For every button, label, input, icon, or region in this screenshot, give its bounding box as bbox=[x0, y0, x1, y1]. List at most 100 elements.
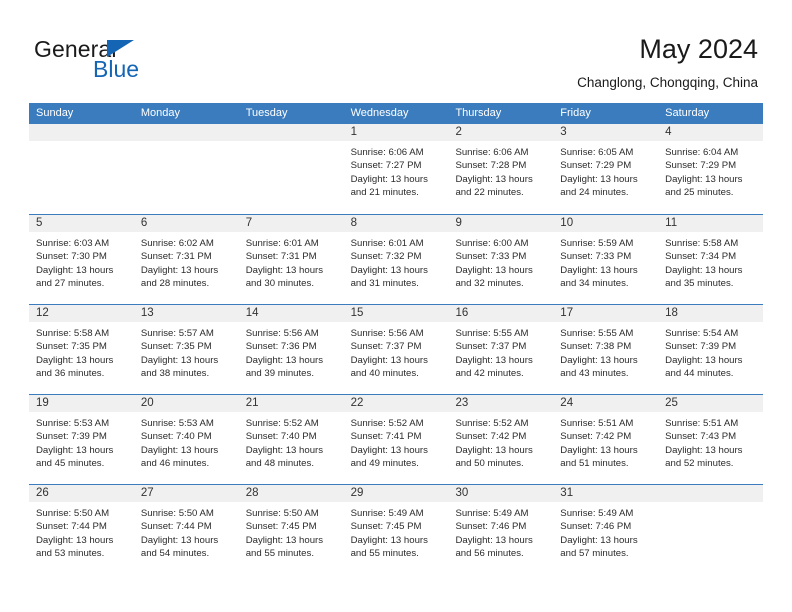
calendar-day-cell[interactable]: 26 Sunrise: 5:50 AM Sunset: 7:44 PM Dayligh… bbox=[29, 485, 134, 574]
sunset-text: Sunset: 7:35 PM bbox=[36, 341, 107, 353]
calendar-day-cell[interactable]: 15 Sunrise: 5:56 AM Sunset: 7:37 PM Dayligh… bbox=[343, 305, 449, 394]
sunrise-text: Sunrise: 5:50 AM bbox=[245, 508, 319, 519]
sunset-text: Sunset: 7:41 PM bbox=[350, 431, 422, 443]
calendar-day-cell[interactable]: 11 Sunrise: 5:58 AM Sunset: 7:34 PM Dayligh… bbox=[658, 215, 764, 304]
sunset-text: Sunset: 7:31 PM bbox=[245, 251, 317, 263]
calendar-day-cell[interactable]: 6 Sunrise: 6:02 AM Sunset: 7:31 PM Daylight… bbox=[133, 215, 239, 304]
sunset-text: Sunset: 7:34 PM bbox=[665, 251, 737, 263]
sunrise-text: Sunrise: 5:57 AM bbox=[140, 328, 214, 339]
daylight-text-line2: and 56 minutes. bbox=[455, 548, 524, 560]
calendar-day-cell[interactable]: 9 Sunrise: 6:00 AM Sunset: 7:33 PM Daylight… bbox=[448, 215, 554, 304]
page-title: May 2024 bbox=[639, 34, 758, 64]
daylight-text-line1: Daylight: 13 hours bbox=[350, 354, 428, 366]
weekday-header-friday: Friday bbox=[560, 107, 591, 119]
calendar-day-cell[interactable]: 21 Sunrise: 5:52 AM Sunset: 7:40 PM Dayligh… bbox=[238, 395, 344, 484]
calendar-day-cell[interactable]: 31 Sunrise: 5:49 AM Sunset: 7:46 PM Dayligh… bbox=[553, 485, 659, 574]
calendar-day-cell[interactable]: 29 Sunrise: 5:49 AM Sunset: 7:45 PM Dayligh… bbox=[343, 485, 449, 574]
daylight-text-line1: Daylight: 13 hours bbox=[140, 354, 219, 366]
daylight-text-line1: Daylight: 13 hours bbox=[455, 354, 533, 366]
daylight-text-line2: and 38 minutes. bbox=[140, 368, 210, 380]
calendar-day-cell[interactable]: 4 Sunrise: 6:04 AM Sunset: 7:29 PM Daylight… bbox=[658, 124, 764, 214]
calendar-day-cell[interactable]: 24 Sunrise: 5:51 AM Sunset: 7:42 PM Dayligh… bbox=[553, 395, 659, 484]
day-number-band bbox=[238, 124, 344, 141]
calendar-day-cell[interactable]: 20 Sunrise: 5:53 AM Sunset: 7:40 PM Dayligh… bbox=[133, 395, 239, 484]
day-number-band bbox=[238, 215, 344, 232]
daylight-text-line2: and 51 minutes. bbox=[560, 458, 629, 470]
calendar-day-cell[interactable]: 14 Sunrise: 5:56 AM Sunset: 7:36 PM Dayligh… bbox=[238, 305, 344, 394]
sunrise-text: Sunrise: 5:50 AM bbox=[140, 508, 214, 519]
calendar-day-cell[interactable]: 12 Sunrise: 5:58 AM Sunset: 7:35 PM Dayligh… bbox=[29, 305, 134, 394]
daylight-text-line2: and 22 minutes. bbox=[455, 187, 524, 199]
weekday-header-thursday: Thursday bbox=[455, 107, 502, 119]
calendar-day-cell[interactable]: 25 Sunrise: 5:51 AM Sunset: 7:43 PM Dayligh… bbox=[658, 395, 764, 484]
daylight-text-line1: Daylight: 13 hours bbox=[140, 534, 219, 546]
weekday-header-wednesday: Wednesday bbox=[350, 107, 409, 119]
calendar-day-cell[interactable]: 2 Sunrise: 6:06 AM Sunset: 7:28 PM Daylight… bbox=[448, 124, 554, 214]
calendar-day-cell[interactable]: 8 Sunrise: 6:01 AM Sunset: 7:32 PM Daylight… bbox=[343, 215, 449, 304]
day-number: 14 bbox=[245, 307, 259, 319]
day-number: 29 bbox=[350, 487, 364, 499]
day-details: Sunrise: 5:53 AM Sunset: 7:39 PM Daylight:… bbox=[29, 412, 134, 471]
daylight-text-line1: Daylight: 13 hours bbox=[245, 354, 324, 366]
day-number: 9 bbox=[455, 217, 462, 229]
day-details: Sunrise: 5:54 AM Sunset: 7:39 PM Daylight:… bbox=[658, 322, 763, 381]
sunrise-text: Sunrise: 6:03 AM bbox=[36, 238, 110, 249]
calendar-day-cell[interactable]: 1 Sunrise: 6:06 AM Sunset: 7:27 PM Daylight… bbox=[343, 124, 449, 214]
day-details: Sunrise: 5:53 AM Sunset: 7:40 PM Daylight:… bbox=[134, 412, 239, 471]
calendar-day-cell[interactable]: 16 Sunrise: 5:55 AM Sunset: 7:37 PM Dayligh… bbox=[448, 305, 554, 394]
day-details: Sunrise: 6:05 AM Sunset: 7:29 PM Daylight:… bbox=[553, 141, 658, 200]
calendar-day-cell[interactable]: 28 Sunrise: 5:50 AM Sunset: 7:45 PM Dayligh… bbox=[238, 485, 344, 574]
daylight-text-line2: and 42 minutes. bbox=[455, 368, 524, 380]
day-number: 20 bbox=[140, 397, 154, 409]
day-number: 26 bbox=[36, 487, 49, 499]
daylight-text-line2: and 50 minutes. bbox=[455, 458, 524, 470]
daylight-text-line2: and 36 minutes. bbox=[36, 368, 105, 380]
daylight-text-line1: Daylight: 13 hours bbox=[560, 354, 638, 366]
day-details: Sunrise: 6:06 AM Sunset: 7:27 PM Daylight:… bbox=[344, 141, 449, 200]
day-number: 6 bbox=[140, 217, 148, 229]
brand-logo[interactable]: General Blue bbox=[34, 36, 294, 92]
sunrise-text: Sunrise: 5:59 AM bbox=[560, 238, 634, 249]
daylight-text-line1: Daylight: 13 hours bbox=[560, 444, 638, 456]
calendar-day-cell[interactable]: 27 Sunrise: 5:50 AM Sunset: 7:44 PM Dayligh… bbox=[133, 485, 239, 574]
daylight-text-line1: Daylight: 13 hours bbox=[455, 173, 533, 185]
daylight-text-line2: and 46 minutes. bbox=[140, 458, 210, 470]
daylight-text-line2: and 43 minutes. bbox=[560, 368, 629, 380]
day-number-band bbox=[448, 215, 554, 232]
calendar-day-cell[interactable]: 5 Sunrise: 6:03 AM Sunset: 7:30 PM Daylight… bbox=[29, 215, 134, 304]
calendar-day-cell[interactable]: 22 Sunrise: 5:52 AM Sunset: 7:41 PM Dayligh… bbox=[343, 395, 449, 484]
calendar-day-cell[interactable]: 18 Sunrise: 5:54 AM Sunset: 7:39 PM Dayligh… bbox=[658, 305, 764, 394]
sunset-text: Sunset: 7:33 PM bbox=[455, 251, 527, 263]
calendar-day-cell[interactable]: 3 Sunrise: 6:05 AM Sunset: 7:29 PM Daylight… bbox=[553, 124, 659, 214]
calendar-day-cell[interactable]: 10 Sunrise: 5:59 AM Sunset: 7:33 PM Dayligh… bbox=[553, 215, 659, 304]
calendar-day-cell[interactable]: 19 Sunrise: 5:53 AM Sunset: 7:39 PM Dayligh… bbox=[29, 395, 134, 484]
sunrise-text: Sunrise: 5:56 AM bbox=[350, 328, 424, 339]
day-details: Sunrise: 5:58 AM Sunset: 7:35 PM Daylight:… bbox=[29, 322, 134, 381]
day-details: Sunrise: 5:50 AM Sunset: 7:44 PM Daylight:… bbox=[29, 502, 134, 561]
sunrise-text: Sunrise: 5:50 AM bbox=[36, 508, 110, 519]
calendar-day-cell[interactable]: 7 Sunrise: 6:01 AM Sunset: 7:31 PM Daylight… bbox=[238, 215, 344, 304]
day-number-band bbox=[658, 485, 764, 502]
day-number: 4 bbox=[665, 126, 672, 138]
day-number: 30 bbox=[455, 487, 469, 499]
calendar-grid: Sunday Monday Tuesday Wednesday Thursday Frid… bbox=[29, 103, 764, 574]
day-number: 28 bbox=[245, 487, 259, 499]
sunrise-text: Sunrise: 5:58 AM bbox=[665, 238, 739, 249]
calendar-day-cell[interactable]: 13 Sunrise: 5:57 AM Sunset: 7:35 PM Dayligh… bbox=[133, 305, 239, 394]
day-number: 31 bbox=[560, 487, 574, 499]
sunset-text: Sunset: 7:42 PM bbox=[455, 431, 527, 443]
calendar-day-cell[interactable]: 23 Sunrise: 5:52 AM Sunset: 7:42 PM Dayligh… bbox=[448, 395, 554, 484]
calendar-day-cell[interactable]: 17 Sunrise: 5:55 AM Sunset: 7:38 PM Dayligh… bbox=[553, 305, 659, 394]
daylight-text-line1: Daylight: 13 hours bbox=[560, 534, 638, 546]
sunrise-text: Sunrise: 6:04 AM bbox=[665, 147, 739, 158]
daylight-text-line1: Daylight: 13 hours bbox=[350, 534, 428, 546]
daylight-text-line1: Daylight: 13 hours bbox=[36, 534, 114, 546]
day-number: 7 bbox=[245, 217, 253, 229]
daylight-text-line2: and 55 minutes. bbox=[245, 548, 314, 560]
calendar-day-cell-empty bbox=[133, 124, 239, 214]
day-details: Sunrise: 5:57 AM Sunset: 7:35 PM Daylight:… bbox=[134, 322, 239, 381]
day-details: Sunrise: 6:06 AM Sunset: 7:28 PM Daylight:… bbox=[448, 141, 553, 200]
calendar-day-cell[interactable]: 30 Sunrise: 5:49 AM Sunset: 7:46 PM Dayligh… bbox=[448, 485, 554, 574]
daylight-text-line1: Daylight: 13 hours bbox=[245, 534, 324, 546]
day-details: Sunrise: 5:50 AM Sunset: 7:45 PM Daylight:… bbox=[239, 502, 344, 561]
